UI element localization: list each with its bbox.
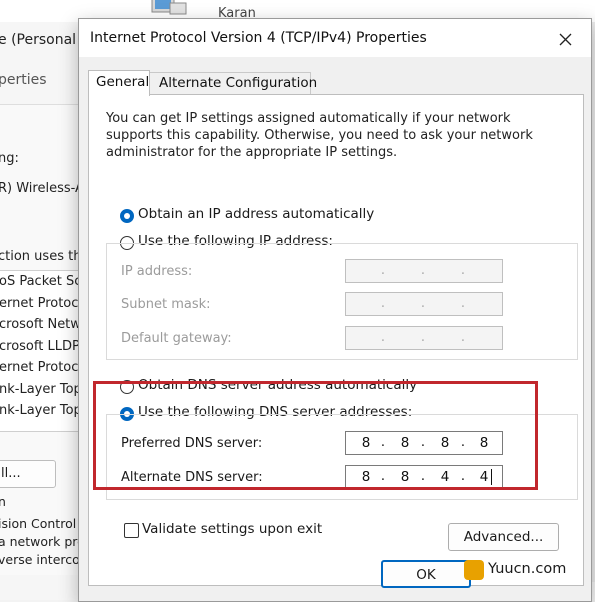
general-tab-panel: You can get IP settings assigned automat…	[88, 94, 584, 586]
ip-auto-radio[interactable]	[120, 209, 134, 223]
ipv4-properties-dialog: Internet Protocol Version 4 (TCP/IPv4) P…	[78, 18, 592, 602]
default-gateway-label: Default gateway:	[121, 331, 232, 346]
ip-separator: .	[420, 263, 426, 278]
subnet-mask-label: Subnet mask:	[121, 297, 211, 312]
background-description-line: a network pro	[0, 534, 85, 549]
background-uses-label: ction uses the	[0, 249, 90, 264]
list-item[interactable]: oS Packet Sc	[0, 271, 87, 293]
subnet-mask-input: . . .	[345, 292, 503, 316]
watermark: Yuucn.com	[464, 556, 590, 588]
ip-separator: .	[460, 330, 466, 345]
background-description-heading: n	[0, 494, 6, 509]
background-button-label: ll...	[1, 466, 21, 481]
ip-separator: .	[420, 330, 426, 345]
ip-separator: .	[380, 330, 386, 345]
close-icon	[559, 33, 572, 46]
watermark-logo-icon	[464, 560, 484, 580]
validate-settings-checkbox[interactable]	[124, 523, 139, 538]
list-item[interactable]: crosoft LLDP	[0, 336, 87, 358]
background-connect-label: ng:	[0, 151, 19, 166]
ip-address-input: . . .	[345, 259, 503, 283]
advanced-button[interactable]: Advanced...	[448, 523, 559, 551]
background-install-button[interactable]: ll...	[0, 460, 56, 488]
tab-alternate-configuration[interactable]: Alternate Configuration	[149, 72, 317, 95]
background-adapter-name: R) Wireless-A	[0, 181, 84, 196]
intro-text: You can get IP settings assigned automat…	[106, 111, 533, 160]
watermark-text: Yuucn.com	[488, 561, 567, 577]
tab-alternate-label: Alternate Configuration	[159, 75, 318, 91]
background-components-list[interactable]: oS Packet Sc ernet Protoco crosoft Netwo…	[0, 270, 90, 432]
network-adapter-icon	[151, 0, 187, 15]
ok-button[interactable]: OK	[381, 560, 471, 588]
ip-separator: .	[460, 263, 466, 278]
ip-auto-label[interactable]: Obtain an IP address automatically	[138, 206, 374, 222]
dns-highlight-box	[93, 381, 538, 490]
background-tab-properties[interactable]: perties	[0, 72, 47, 88]
list-item[interactable]: ernet Protoco	[0, 293, 87, 315]
dialog-titlebar[interactable]: Internet Protocol Version 4 (TCP/IPv4) P…	[79, 19, 591, 57]
tab-general-label: General	[96, 74, 150, 90]
advanced-button-label: Advanced...	[463, 529, 544, 545]
background-window-title: e (Personal	[0, 32, 77, 48]
list-item[interactable]: ernet Protoco	[0, 357, 87, 379]
list-item[interactable]: nk-Layer Topo	[0, 400, 90, 422]
background-description-line: ision Control F	[0, 516, 88, 531]
background-description-line: verse interco	[0, 552, 80, 567]
validate-settings-label[interactable]: Validate settings upon exit	[142, 521, 322, 537]
ip-separator: .	[380, 263, 386, 278]
ip-separator: .	[460, 296, 466, 311]
tab-general[interactable]: General	[88, 70, 150, 96]
ok-button-label: OK	[416, 567, 436, 583]
list-item[interactable]: crosoft Netwo	[0, 314, 89, 336]
default-gateway-input: . . .	[345, 326, 503, 350]
close-button[interactable]	[547, 25, 583, 53]
ip-separator: .	[420, 296, 426, 311]
list-item[interactable]: nk-Layer Topo	[0, 379, 90, 401]
dialog-title: Internet Protocol Version 4 (TCP/IPv4) P…	[90, 30, 427, 46]
ip-address-label: IP address:	[121, 264, 193, 279]
ip-separator: .	[380, 296, 386, 311]
